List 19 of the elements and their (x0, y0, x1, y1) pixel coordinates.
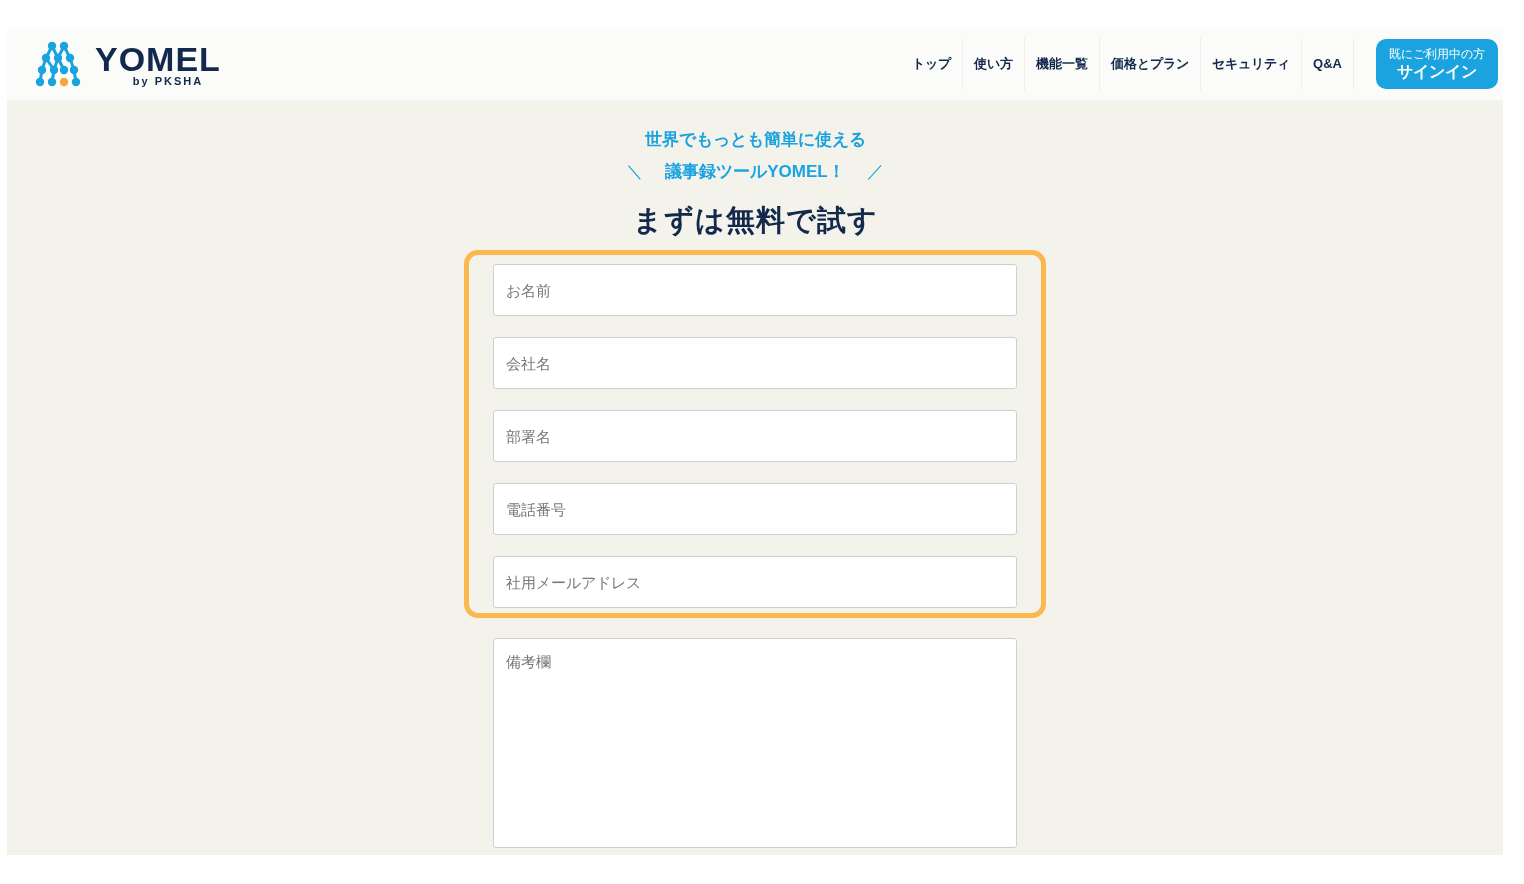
slash-mark: ＼ (626, 161, 644, 183)
text-field[interactable]: 部署名 (493, 410, 1017, 462)
text-field[interactable]: 会社名 (493, 337, 1017, 389)
nav-link[interactable]: 使い方 (963, 38, 1026, 90)
nav-link[interactable]: 価格とプラン (1100, 38, 1202, 90)
text-field[interactable]: 社用メールアドレス (493, 556, 1017, 608)
text-field[interactable]: お名前 (493, 264, 1017, 316)
text-field[interactable]: 電話番号 (493, 483, 1017, 535)
tagline: 世界でもっとも簡単に使える (644, 129, 866, 151)
slash-mark: ／ (866, 161, 884, 183)
tagline: 議事録ツールYOMEL！ (665, 160, 845, 183)
nav-link[interactable]: Q&A (1302, 38, 1354, 90)
notes-field[interactable]: 備考欄 (493, 638, 1017, 848)
nav-link[interactable]: 機能一覧 (1025, 38, 1101, 90)
nav-link[interactable]: トップ (901, 38, 964, 90)
logo-byline: by PKSHA (132, 75, 204, 87)
logo-wordmark: YOMEL (95, 41, 221, 76)
nav-link[interactable]: セキュリティ (1201, 38, 1303, 90)
page-title: まずは無料で試す (632, 202, 878, 239)
